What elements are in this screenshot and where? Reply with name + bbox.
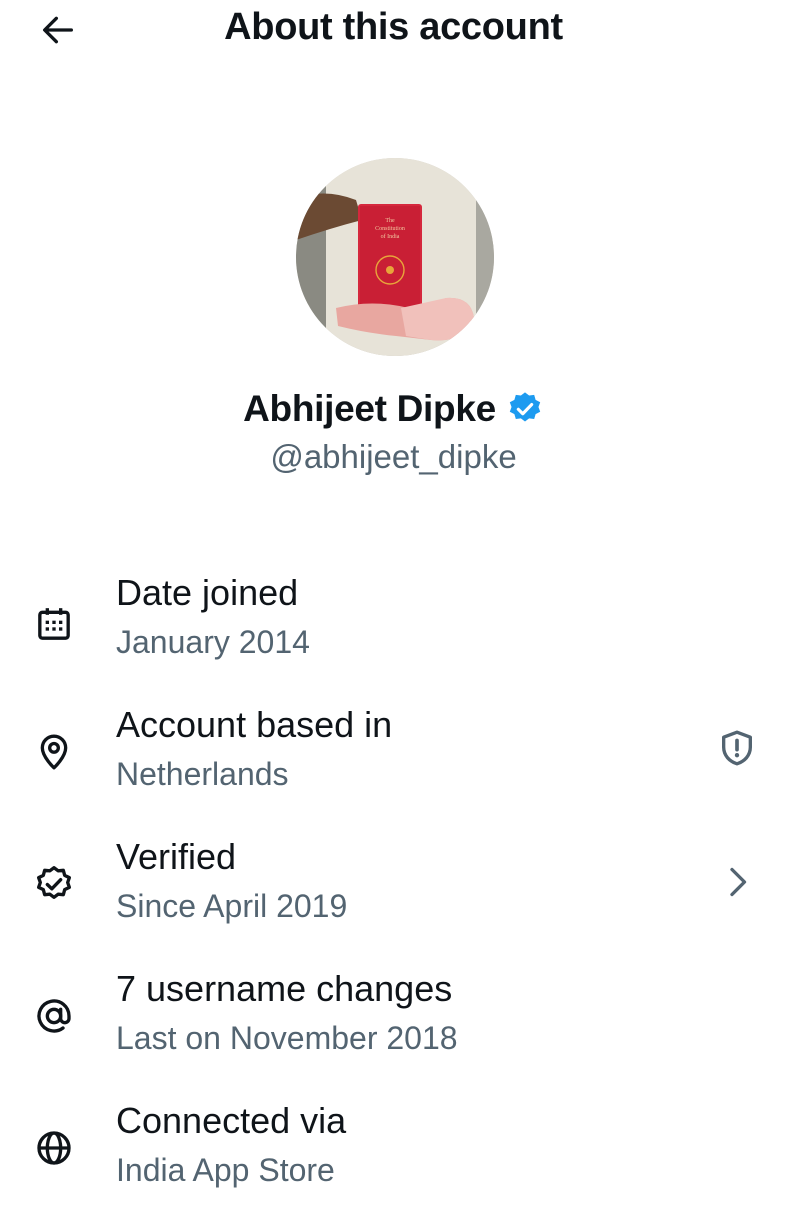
profile-name-row: Abhijeet Dipke [0, 388, 787, 430]
avatar[interactable]: The Constitution of India [296, 158, 494, 356]
detail-subtitle: January 2014 [116, 624, 310, 660]
chevron-right-icon[interactable] [715, 860, 759, 904]
detail-row-connected-via: Connected via India App Store [0, 1100, 787, 1210]
detail-row-date-joined: Date joined January 2014 [0, 572, 787, 682]
shield-alert-icon[interactable] [715, 726, 759, 770]
profile-name: Abhijeet Dipke [243, 388, 496, 429]
globe-icon [32, 1126, 76, 1170]
detail-row-verified[interactable]: Verified Since April 2019 [0, 836, 787, 946]
detail-title: Date joined [116, 572, 299, 613]
detail-row-username-changes: 7 username changes Last on November 2018 [0, 968, 787, 1078]
detail-title: Connected via [116, 1100, 347, 1141]
svg-text:Constitution: Constitution [375, 226, 405, 232]
profile-handle: @abhijeet_dipke [270, 438, 517, 475]
verified-badge-icon[interactable] [506, 390, 544, 428]
detail-subtitle: Netherlands [116, 756, 289, 792]
top-bar: About this account [0, 0, 787, 60]
calendar-icon [32, 602, 76, 646]
svg-text:The: The [385, 218, 395, 224]
page-title: About this account [224, 6, 563, 48]
detail-row-account-based-in: Account based in Netherlands [0, 704, 787, 814]
detail-subtitle: Last on November 2018 [116, 1020, 458, 1056]
detail-subtitle: India App Store [116, 1152, 335, 1188]
at-sign-icon [32, 994, 76, 1038]
location-pin-icon [32, 730, 76, 774]
verified-badge-icon [32, 862, 76, 906]
detail-title: Verified [116, 836, 237, 877]
detail-title: Account based in [116, 704, 393, 745]
detail-title: 7 username changes [116, 968, 453, 1009]
svg-text:of India: of India [381, 233, 400, 240]
detail-subtitle: Since April 2019 [116, 888, 348, 924]
